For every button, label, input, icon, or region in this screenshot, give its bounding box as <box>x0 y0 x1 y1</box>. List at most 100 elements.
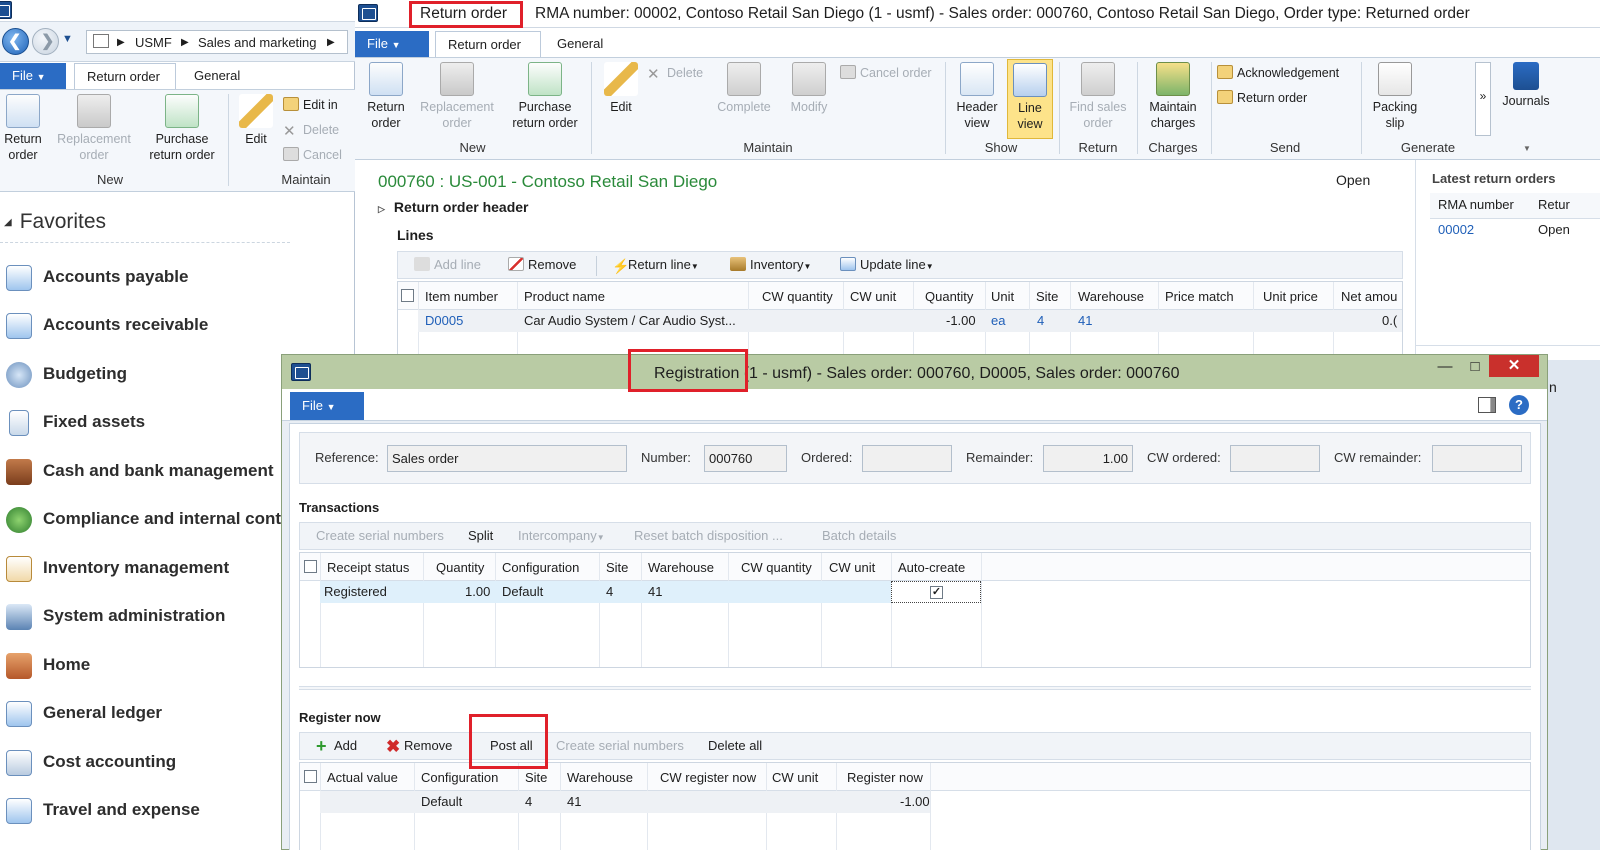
complete-button[interactable]: Complete <box>711 62 777 115</box>
return-order-button[interactable]: Return order <box>363 62 409 131</box>
breadcrumb[interactable]: ▶ USMF ▶ Sales and marketing ▶ <box>86 30 348 54</box>
col-cw-unit[interactable]: CW unit <box>850 289 896 304</box>
post-all-button[interactable]: Post all <box>490 738 533 753</box>
purchase-return-order-button[interactable]: Purchase return order <box>142 94 222 163</box>
delete-button[interactable]: ✕ Delete <box>283 122 339 140</box>
packing-slip-button[interactable]: Packing slip <box>1367 62 1423 131</box>
col-quantity[interactable]: Quantity <box>436 560 484 575</box>
col-site[interactable]: Site <box>1036 289 1058 304</box>
return-order-button[interactable]: Return order <box>0 94 46 163</box>
tab-file[interactable]: File ▼ <box>355 31 429 57</box>
warehouse-cell[interactable]: 41 <box>1078 313 1092 328</box>
edit-in-button[interactable]: Edit in <box>283 97 338 112</box>
ribbon-more-button[interactable]: » <box>1475 62 1491 136</box>
col-cw-unit[interactable]: CW unit <box>829 560 875 575</box>
number-field[interactable]: 000760 <box>704 445 787 472</box>
col-warehouse[interactable]: Warehouse <box>567 770 633 785</box>
unit-cell[interactable]: ea <box>991 313 1005 328</box>
find-sales-order-button[interactable]: Find sales order <box>1063 62 1133 131</box>
cancel-button[interactable]: Cancel <box>283 147 342 162</box>
auto-create-checkbox[interactable]: ✓ <box>930 586 943 599</box>
acknowledgement-button[interactable]: Acknowledgement <box>1217 65 1339 80</box>
add-button[interactable]: + Add <box>316 737 357 755</box>
add-line-button[interactable]: Add line <box>414 257 481 272</box>
col-price-match[interactable]: Price match <box>1165 289 1234 304</box>
col-receipt-status[interactable]: Receipt status <box>327 560 409 575</box>
back-arrow-icon[interactable]: ❮ <box>2 28 29 55</box>
col-auto-create[interactable]: Auto-create <box>898 560 965 575</box>
ordered-field[interactable] <box>862 445 952 472</box>
breadcrumb-company[interactable]: USMF <box>135 35 172 50</box>
table-row[interactable]: Default 4 41 -1.00 <box>320 791 930 813</box>
history-dropdown-icon[interactable]: ▼ <box>62 33 73 45</box>
delete-button[interactable]: ✕ Delete <box>647 65 703 83</box>
remainder-field[interactable]: 1.00 <box>1043 445 1133 472</box>
maintain-charges-button[interactable]: Maintain charges <box>1141 62 1205 131</box>
help-icon[interactable]: ? <box>1509 395 1529 415</box>
col-warehouse[interactable]: Warehouse <box>1078 289 1144 304</box>
col-return-status[interactable]: Retur <box>1538 197 1570 212</box>
col-cw-quantity[interactable]: CW quantity <box>741 560 812 575</box>
batch-details-button[interactable]: Batch details <box>822 528 896 543</box>
col-warehouse[interactable]: Warehouse <box>648 560 714 575</box>
tab-return-order[interactable]: Return order <box>74 63 176 89</box>
col-register-now[interactable]: Register now <box>847 770 923 785</box>
return-order-header-section[interactable]: ▷ Return order header <box>378 199 529 215</box>
col-site[interactable]: Site <box>606 560 628 575</box>
col-cw-register-now[interactable]: CW register now <box>660 770 756 785</box>
tab-return-order[interactable]: Return order <box>435 31 541 57</box>
forward-arrow-icon[interactable]: ❯ <box>32 28 59 55</box>
delete-all-button[interactable]: Delete all <box>708 738 762 753</box>
reset-batch-disposition-button[interactable]: Reset batch disposition ... <box>634 528 783 543</box>
purchase-return-order-button[interactable]: Purchase return order <box>505 62 585 131</box>
tab-general[interactable]: General <box>545 31 615 57</box>
remove-button[interactable]: ✖ Remove <box>386 738 452 755</box>
minimize-button[interactable]: — <box>1430 355 1460 379</box>
create-serial-numbers-button[interactable]: Create serial numbers <box>316 528 444 543</box>
update-line-menu[interactable]: Update line▼ <box>840 257 934 272</box>
col-unit-price[interactable]: Unit price <box>1263 289 1318 304</box>
cancel-order-button[interactable]: Cancel order <box>840 65 932 80</box>
replacement-order-button[interactable]: Replacement order <box>52 94 136 163</box>
tab-file[interactable]: File ▼ <box>0 63 66 89</box>
table-row[interactable]: Registered 1.00 Default 4 41 <box>320 581 891 603</box>
col-net-amount[interactable]: Net amou <box>1341 289 1397 304</box>
site-cell[interactable]: 4 <box>1037 313 1044 328</box>
ribbon-expand-icon[interactable]: ▼ <box>1523 144 1531 153</box>
reference-field[interactable]: Sales order <box>387 445 627 472</box>
remove-line-button[interactable]: Remove <box>508 257 576 272</box>
layout-toggle-icon[interactable] <box>1478 397 1496 413</box>
favorites-header[interactable]: ◢ Favorites <box>4 210 106 234</box>
table-row[interactable]: D0005 Car Audio System / Car Audio Syst.… <box>418 310 1402 332</box>
col-configuration[interactable]: Configuration <box>502 560 579 575</box>
tab-general[interactable]: General <box>182 63 252 89</box>
auto-create-cell[interactable]: ✓ <box>891 581 981 603</box>
col-rma-number[interactable]: RMA number <box>1438 197 1514 212</box>
cw-remainder-field[interactable] <box>1432 445 1522 472</box>
edit-button[interactable]: Edit <box>599 62 643 115</box>
maximize-button[interactable]: □ <box>1460 355 1490 379</box>
item-number-cell[interactable]: D0005 <box>425 313 463 328</box>
select-all-checkbox[interactable] <box>401 289 414 302</box>
col-unit[interactable]: Unit <box>991 289 1014 304</box>
return-order-send-button[interactable]: Return order <box>1217 90 1307 105</box>
col-site[interactable]: Site <box>525 770 547 785</box>
modify-button[interactable]: Modify <box>781 62 837 115</box>
cw-ordered-field[interactable] <box>1230 445 1320 472</box>
create-serial-numbers-button[interactable]: Create serial numbers <box>556 738 684 753</box>
col-item-number[interactable]: Item number <box>425 289 498 304</box>
header-view-button[interactable]: Header view <box>951 62 1003 131</box>
col-cw-quantity[interactable]: CW quantity <box>762 289 833 304</box>
select-all-checkbox[interactable] <box>304 770 317 783</box>
rma-number-link[interactable]: 00002 <box>1438 222 1474 237</box>
inventory-menu[interactable]: Inventory▼ <box>730 257 811 272</box>
registration-tab-file[interactable]: File ▼ <box>290 392 364 420</box>
select-all-checkbox[interactable] <box>304 560 317 573</box>
col-configuration[interactable]: Configuration <box>421 770 498 785</box>
col-product-name[interactable]: Product name <box>524 289 605 304</box>
close-button[interactable]: ✕ <box>1489 355 1539 377</box>
split-button[interactable]: Split <box>468 528 493 543</box>
line-view-button[interactable]: Line view <box>1007 59 1053 139</box>
col-actual-value[interactable]: Actual value <box>327 770 398 785</box>
breadcrumb-module[interactable]: Sales and marketing <box>198 35 317 50</box>
